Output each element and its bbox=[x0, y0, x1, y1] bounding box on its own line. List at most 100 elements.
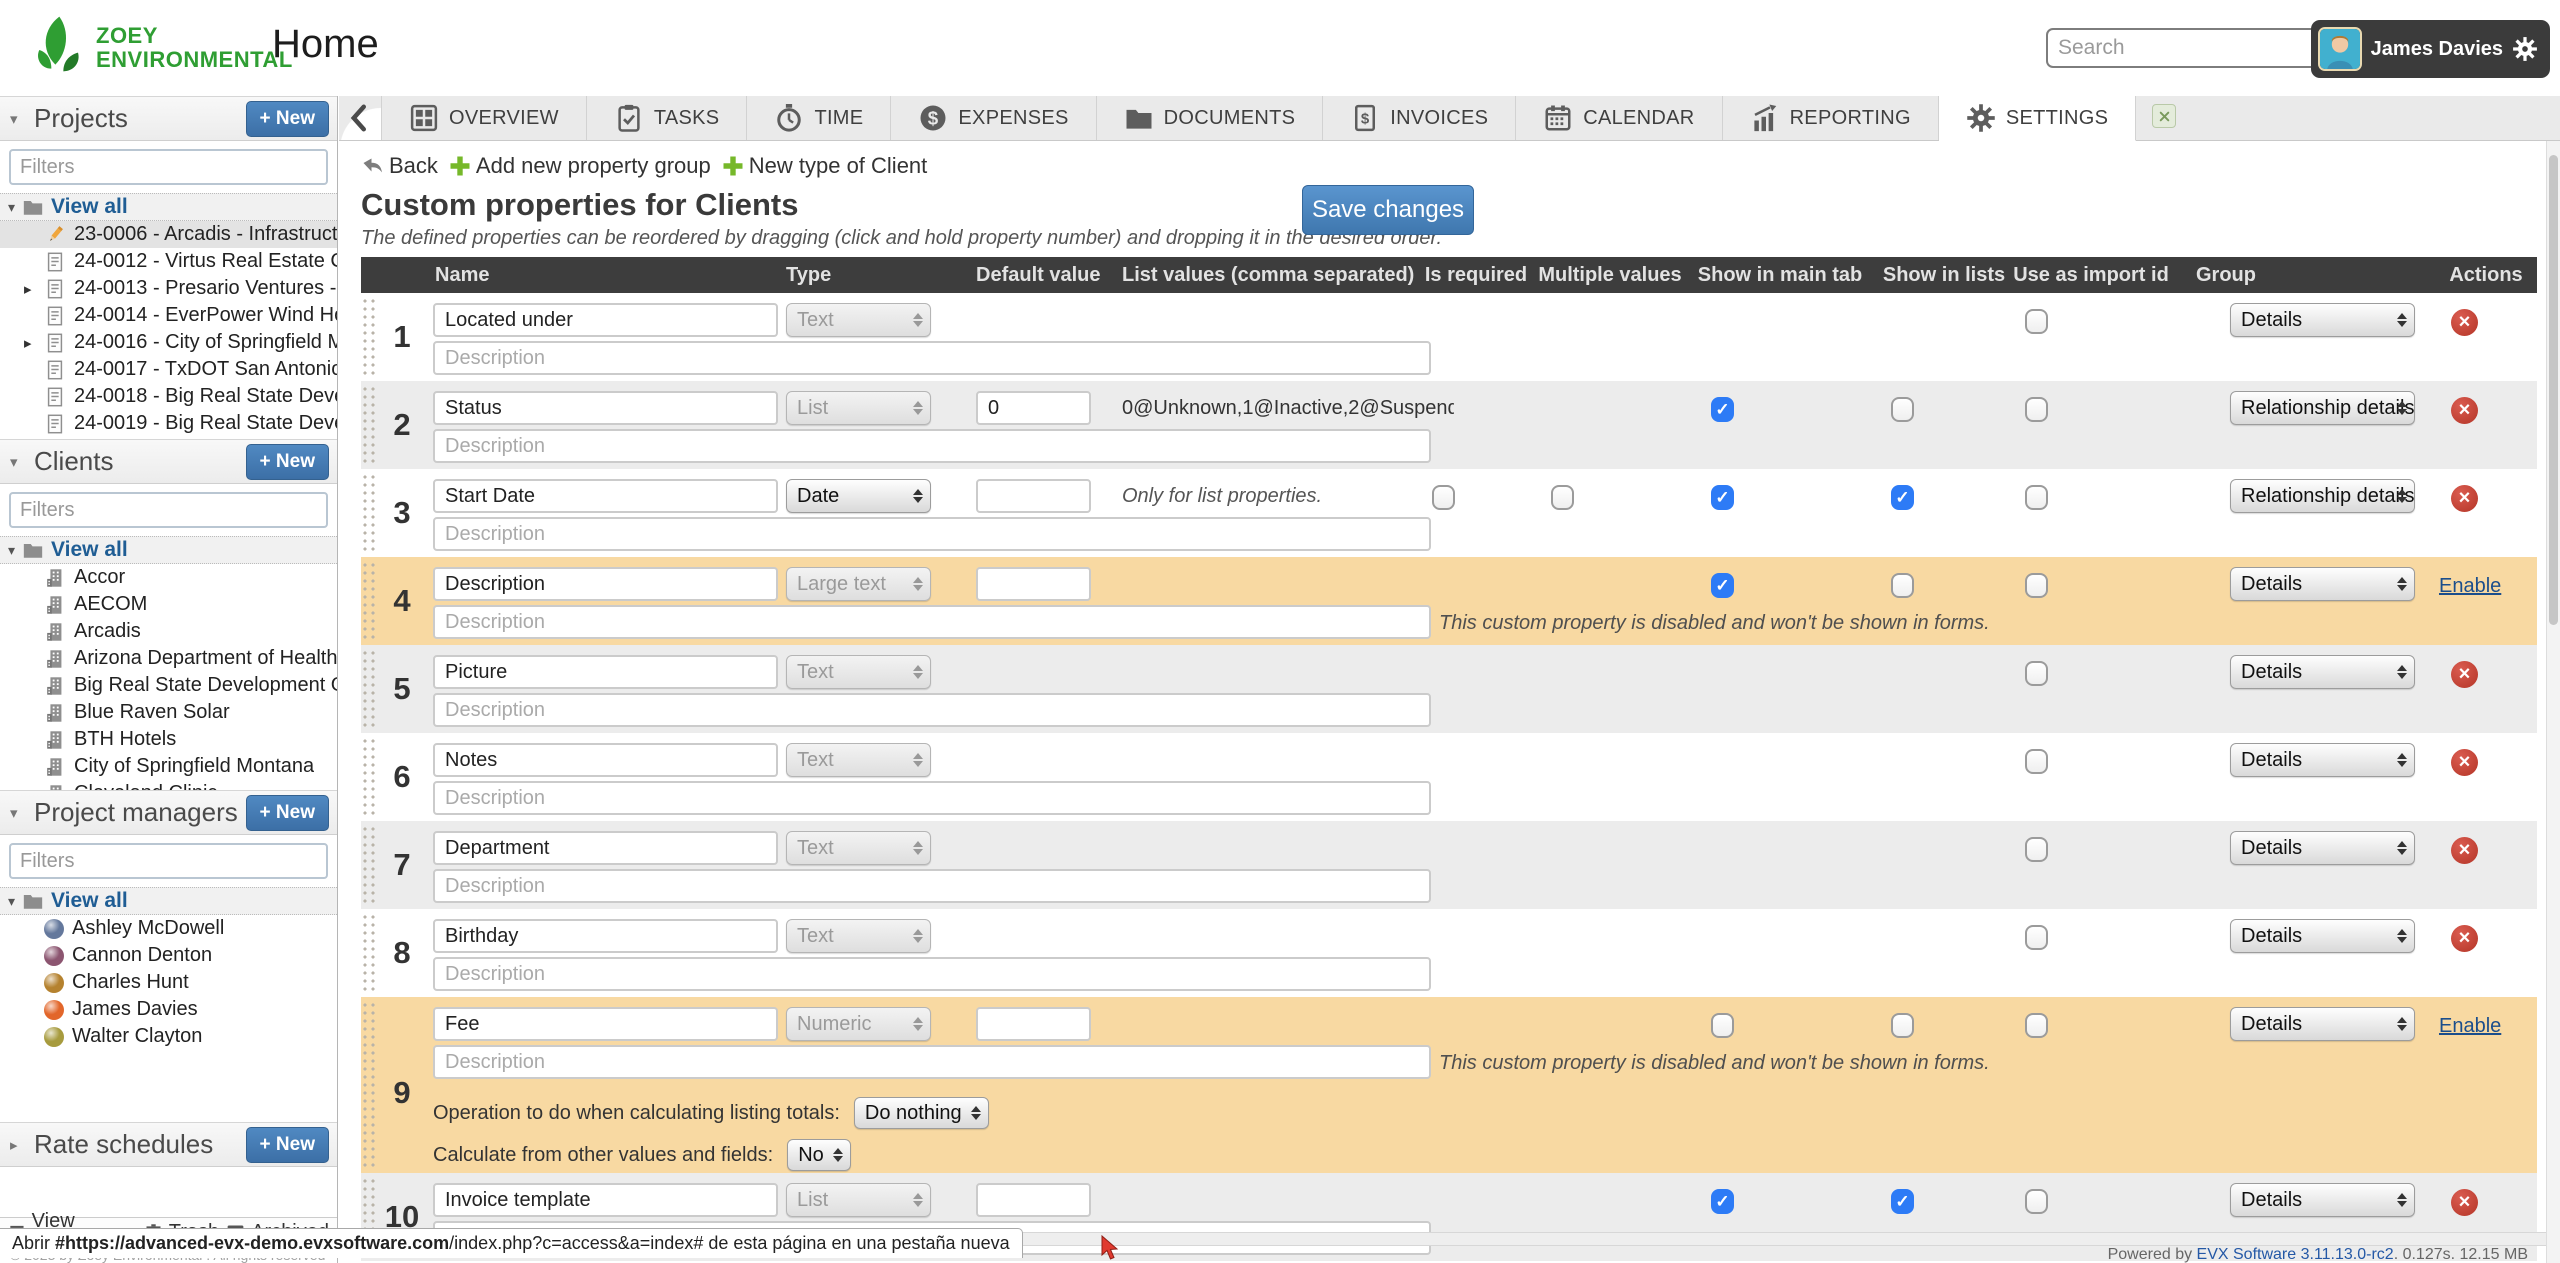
sidebar-section-header-projects[interactable]: ▾Projects+ New bbox=[0, 96, 337, 141]
type-select[interactable]: Text bbox=[786, 303, 931, 337]
property-name-input[interactable] bbox=[433, 743, 778, 777]
property-name-input[interactable] bbox=[433, 303, 778, 337]
group-select[interactable]: Details bbox=[2230, 831, 2415, 865]
checkbox-show-in-lists[interactable] bbox=[1891, 573, 1914, 598]
sidebar-section-header-clients[interactable]: ▾Clients+ New bbox=[0, 439, 337, 484]
tab-close-icon[interactable] bbox=[2152, 104, 2176, 128]
checkbox-use-as-import-id[interactable] bbox=[2025, 573, 2048, 598]
property-name-input[interactable] bbox=[433, 1183, 778, 1217]
description-input[interactable] bbox=[433, 517, 1431, 551]
powered-link[interactable]: EVX Software 3.11.13.0-rc2 bbox=[2197, 1246, 2394, 1263]
list-item[interactable]: 24-0018 - Big Real State Developr bbox=[0, 383, 337, 410]
checkbox-show-in-lists[interactable] bbox=[1891, 1013, 1914, 1038]
tab-overview[interactable]: OVERVIEW bbox=[381, 96, 587, 140]
delete-property-button[interactable]: × bbox=[2451, 485, 2478, 512]
managers-filter-input[interactable] bbox=[9, 843, 328, 879]
list-item[interactable]: BTH Hotels bbox=[0, 726, 337, 753]
drag-handle[interactable] bbox=[361, 825, 378, 905]
drag-handle[interactable] bbox=[361, 473, 378, 553]
property-name-input[interactable] bbox=[433, 919, 778, 953]
triangle-down-icon[interactable]: ▾ bbox=[10, 453, 26, 471]
group-select[interactable]: Details bbox=[2230, 303, 2415, 337]
row-number[interactable]: 4 bbox=[379, 583, 425, 619]
checkbox-use-as-import-id[interactable] bbox=[2025, 661, 2048, 686]
type-select[interactable]: Text bbox=[786, 655, 931, 689]
list-item[interactable]: Charles Hunt bbox=[0, 969, 337, 996]
list-item[interactable]: Arcadis bbox=[0, 618, 337, 645]
type-select[interactable]: Text bbox=[786, 919, 931, 953]
listing-totals-select[interactable]: Do nothing bbox=[854, 1097, 989, 1129]
new-clients-button[interactable]: + New bbox=[246, 444, 329, 480]
drag-handle[interactable] bbox=[361, 1001, 378, 1169]
tab-calendar[interactable]: CALENDAR bbox=[1516, 96, 1722, 140]
list-item[interactable]: 24-0017 - TxDOT San Antonio Dis bbox=[0, 356, 337, 383]
list-item[interactable]: 24-0014 - EverPower Wind Holdin bbox=[0, 302, 337, 329]
description-input[interactable] bbox=[433, 957, 1431, 991]
row-number[interactable]: 8 bbox=[379, 935, 425, 971]
list-item[interactable]: Arizona Department of Health Se bbox=[0, 645, 337, 672]
type-select[interactable]: Large text bbox=[786, 567, 931, 601]
checkbox-is-required[interactable] bbox=[1432, 485, 1455, 510]
default-value-input[interactable] bbox=[976, 479, 1091, 513]
checkbox-show-in-main-tab[interactable] bbox=[1711, 1189, 1734, 1214]
row-number[interactable]: 9 bbox=[379, 1075, 425, 1111]
back-button[interactable]: Back bbox=[361, 153, 438, 179]
list-item[interactable]: Big Real State Development Grou bbox=[0, 672, 337, 699]
triangle-down-icon[interactable]: ▾ bbox=[10, 110, 26, 128]
collapse-sidebar-chevron-icon[interactable] bbox=[339, 96, 381, 140]
delete-property-button[interactable]: × bbox=[2451, 661, 2478, 688]
triangle-down-icon[interactable]: ▾ bbox=[8, 199, 15, 216]
checkbox-use-as-import-id[interactable] bbox=[2025, 837, 2048, 862]
default-value-input[interactable] bbox=[976, 1007, 1091, 1041]
new-rates-button[interactable]: + New bbox=[246, 1127, 329, 1163]
delete-property-button[interactable]: × bbox=[2451, 1189, 2478, 1216]
group-select[interactable]: Details bbox=[2230, 919, 2415, 953]
row-number[interactable]: 5 bbox=[379, 671, 425, 707]
checkbox-show-in-main-tab[interactable] bbox=[1711, 397, 1734, 422]
checkbox-use-as-import-id[interactable] bbox=[2025, 749, 2048, 774]
list-item[interactable]: Cannon Denton bbox=[0, 942, 337, 969]
description-input[interactable] bbox=[433, 781, 1431, 815]
list-item[interactable]: James Davies bbox=[0, 996, 337, 1023]
drag-handle[interactable] bbox=[361, 737, 378, 817]
checkbox-show-in-lists[interactable] bbox=[1891, 485, 1914, 510]
clients-filter-input[interactable] bbox=[9, 492, 328, 528]
tab-tasks[interactable]: TASKS bbox=[587, 96, 748, 140]
type-select[interactable]: Text bbox=[786, 831, 931, 865]
sidebar-section-header-managers[interactable]: ▾Project managers+ New bbox=[0, 790, 337, 835]
view-all-clients[interactable]: ▾View all bbox=[0, 536, 337, 564]
group-select[interactable]: Details bbox=[2230, 655, 2415, 689]
type-select[interactable]: List bbox=[786, 1183, 931, 1217]
checkbox-use-as-import-id[interactable] bbox=[2025, 397, 2048, 422]
triangle-down-icon[interactable]: ▾ bbox=[10, 804, 26, 822]
description-input[interactable] bbox=[433, 693, 1431, 727]
description-input[interactable] bbox=[433, 429, 1431, 463]
type-select[interactable]: Numeric bbox=[786, 1007, 931, 1041]
description-input[interactable] bbox=[433, 1045, 1431, 1079]
default-value-input[interactable] bbox=[976, 567, 1091, 601]
add-property-group-button[interactable]: Add new property group bbox=[448, 153, 711, 179]
list-item[interactable]: 24-0019 - Big Real State Developr bbox=[0, 410, 337, 437]
list-item[interactable]: Walter Clayton bbox=[0, 1023, 337, 1050]
vertical-scrollbar[interactable] bbox=[2546, 141, 2560, 1263]
enable-property-link[interactable]: Enable bbox=[2439, 1015, 2501, 1038]
checkbox-use-as-import-id[interactable] bbox=[2025, 485, 2048, 510]
row-number[interactable]: 1 bbox=[379, 319, 425, 355]
drag-handle[interactable] bbox=[361, 913, 378, 993]
description-input[interactable] bbox=[433, 605, 1431, 639]
triangle-right-icon[interactable]: ▸ bbox=[10, 1136, 26, 1154]
property-name-input[interactable] bbox=[433, 1007, 778, 1041]
view-all-projects[interactable]: ▾View all bbox=[0, 193, 337, 221]
tab-invoices[interactable]: $INVOICES bbox=[1323, 96, 1516, 140]
drag-handle[interactable] bbox=[361, 385, 378, 465]
list-item[interactable]: 24-0012 - Virtus Real Estate Capit bbox=[0, 248, 337, 275]
row-number[interactable]: 6 bbox=[379, 759, 425, 795]
list-item[interactable]: Ashley McDowell bbox=[0, 915, 337, 942]
group-select[interactable]: Details bbox=[2230, 1007, 2415, 1041]
list-item[interactable]: ▸24-0016 - City of Springfield Mon bbox=[0, 329, 337, 356]
enable-property-link[interactable]: Enable bbox=[2439, 575, 2501, 598]
checkbox-show-in-main-tab[interactable] bbox=[1711, 573, 1734, 598]
row-number[interactable]: 7 bbox=[379, 847, 425, 883]
checkbox-show-in-main-tab[interactable] bbox=[1711, 485, 1734, 510]
scrollbar-thumb[interactable] bbox=[2549, 155, 2558, 625]
